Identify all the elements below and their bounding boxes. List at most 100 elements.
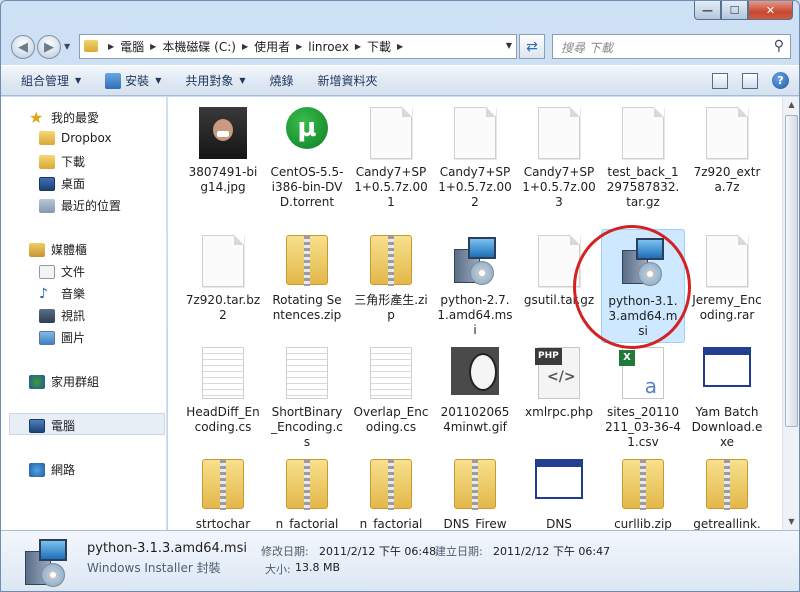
new-folder-button[interactable]: 新增資料夾 bbox=[318, 72, 378, 89]
breadcrumb-item-users[interactable]: 使用者 bbox=[254, 38, 290, 55]
file-item[interactable]: Candy7+SP1+0.5.7z.001 bbox=[349, 101, 433, 210]
search-placeholder: 搜尋 下載 bbox=[561, 41, 613, 55]
breadcrumb: ▶ 電腦 ▶ 本機磁碟 (C:) ▶ 使用者 ▶ linroex ▶ 下載 ▶ bbox=[102, 38, 409, 55]
file-item[interactable]: DNS_Firew bbox=[433, 453, 517, 530]
change-view-icon[interactable] bbox=[712, 72, 728, 89]
file-item[interactable]: PHP </> xmlrpc.php bbox=[517, 341, 601, 420]
file-item[interactable]: n_factorial bbox=[265, 453, 349, 530]
nav-label: Dropbox bbox=[61, 131, 112, 145]
nav-music[interactable]: ♪ 音樂 bbox=[39, 285, 85, 302]
breadcrumb-chevron-icon[interactable]: ▶ bbox=[355, 42, 361, 51]
command-bar: 組合管理 ▼ 安裝 ▼ 共用對象 ▼ 燒錄 新增資料夾 ? bbox=[1, 65, 799, 96]
breadcrumb-chevron-icon[interactable]: ▶ bbox=[242, 42, 248, 51]
nav-documents[interactable]: 文件 bbox=[39, 263, 85, 280]
folder-icon bbox=[39, 131, 55, 145]
preview-pane-icon[interactable] bbox=[742, 72, 758, 89]
nav-label: 家用群組 bbox=[51, 375, 100, 389]
nav-desktop[interactable]: 桌面 bbox=[39, 175, 85, 192]
size-value: 13.8 MB bbox=[295, 561, 341, 574]
file-item[interactable]: python-2.7.1.amd64.msi bbox=[433, 229, 517, 338]
file-name: Jeremy_Encoding.rar bbox=[692, 293, 762, 322]
back-button[interactable]: ◀ bbox=[11, 35, 35, 59]
breadcrumb-item-linroex[interactable]: linroex bbox=[308, 40, 349, 54]
breadcrumb-chevron-icon[interactable]: ▶ bbox=[296, 42, 302, 51]
address-row: ◀ ▶ ▼ ▶ 電腦 ▶ 本機磁碟 (C:) ▶ 使用者 ▶ linroex ▶… bbox=[1, 31, 799, 63]
chevron-down-icon: ▼ bbox=[75, 76, 82, 85]
minimize-button[interactable]: — bbox=[694, 1, 721, 20]
breadcrumb-chevron-icon[interactable]: ▶ bbox=[108, 42, 114, 51]
nav-recent-places[interactable]: 最近的位置 bbox=[39, 197, 121, 214]
blank-file-icon bbox=[370, 107, 412, 159]
nav-pictures[interactable]: 圖片 bbox=[39, 329, 85, 346]
file-item[interactable]: Candy7+SP1+0.5.7z.003 bbox=[517, 101, 601, 210]
breadcrumb-chevron-icon[interactable]: ▶ bbox=[150, 42, 156, 51]
file-name: n_factorial bbox=[275, 517, 339, 530]
file-item[interactable]: 7z920_extra.7z bbox=[685, 101, 769, 195]
file-item[interactable]: strtochar bbox=[181, 453, 265, 530]
file-item-selected[interactable]: python-3.1.3.amd64.msi bbox=[601, 229, 685, 343]
file-item[interactable]: Overlap_Encoding.cs bbox=[349, 341, 433, 435]
zip-folder-icon bbox=[202, 459, 244, 510]
computer-icon bbox=[29, 418, 45, 433]
file-item[interactable]: DNS bbox=[517, 453, 601, 530]
file-item[interactable]: 7z920.tar.bz2 bbox=[181, 229, 265, 323]
file-name: ShortBinary_Encoding.cs bbox=[271, 405, 343, 449]
nav-libraries[interactable]: 媒體櫃 bbox=[29, 241, 87, 258]
recent-pages-dropdown-icon[interactable]: ▼ bbox=[64, 42, 70, 51]
close-button[interactable]: ✕ bbox=[748, 1, 793, 20]
refresh-button[interactable]: ⇄ bbox=[519, 34, 545, 59]
file-name: curllib.zip bbox=[614, 517, 672, 530]
breadcrumb-item-downloads[interactable]: 下載 bbox=[367, 38, 391, 55]
address-dropdown-icon[interactable]: ▼ bbox=[506, 41, 512, 50]
file-item[interactable]: Jeremy_Encoding.rar bbox=[685, 229, 769, 323]
file-name: sites_20110211_03-36-41.csv bbox=[605, 405, 681, 449]
file-item[interactable]: Yam Batch Download.exe bbox=[685, 341, 769, 450]
nav-computer[interactable]: 電腦 bbox=[29, 417, 75, 434]
file-item[interactable]: curllib.zip bbox=[601, 453, 685, 530]
burn-button[interactable]: 燒錄 bbox=[270, 72, 294, 89]
nav-dropbox[interactable]: Dropbox bbox=[39, 131, 112, 145]
breadcrumb-item-local-disk[interactable]: 本機磁碟 (C:) bbox=[162, 38, 236, 55]
share-label: 共用對象 bbox=[185, 74, 234, 88]
file-item[interactable]: 三角形產生.zip bbox=[349, 229, 433, 323]
install-button[interactable]: 安裝 ▼ bbox=[105, 72, 161, 89]
scroll-up-icon[interactable]: ▲ bbox=[783, 97, 799, 113]
nav-label: 我的最愛 bbox=[51, 111, 100, 125]
file-name: getreallink. bbox=[693, 517, 761, 530]
file-item[interactable]: 2011020654minwt.gif bbox=[433, 341, 517, 435]
file-item[interactable]: HeadDiff_Encoding.cs bbox=[181, 341, 265, 435]
address-bar[interactable]: ▶ 電腦 ▶ 本機磁碟 (C:) ▶ 使用者 ▶ linroex ▶ 下載 ▶ … bbox=[79, 34, 517, 59]
file-item[interactable]: gsutil.tar.gz bbox=[517, 229, 601, 308]
back-arrow-icon: ◀ bbox=[18, 39, 28, 55]
breadcrumb-chevron-icon[interactable]: ▶ bbox=[397, 42, 403, 51]
file-item[interactable]: Rotating Sentences.zip bbox=[265, 229, 349, 323]
share-with-button[interactable]: 共用對象 ▼ bbox=[185, 72, 245, 89]
pictures-icon bbox=[39, 330, 55, 345]
scrollbar-thumb[interactable] bbox=[785, 115, 798, 427]
file-item[interactable]: Candy7+SP1+0.5.7z.002 bbox=[433, 101, 517, 210]
breadcrumb-item-computer[interactable]: 電腦 bbox=[120, 38, 144, 55]
search-icon[interactable]: ⚲ bbox=[774, 38, 784, 54]
file-item[interactable]: µ CentOS-5.5-i386-bin-DVD.torrent bbox=[265, 101, 349, 210]
search-input[interactable]: 搜尋 下載 ⚲ bbox=[552, 34, 791, 59]
nav-homegroup[interactable]: 家用群組 bbox=[29, 373, 99, 390]
file-item[interactable]: ShortBinary_Encoding.cs bbox=[265, 341, 349, 450]
file-item[interactable]: Xa sites_20110211_03-36-41.csv bbox=[601, 341, 685, 450]
vertical-scrollbar[interactable]: ▲ ▼ bbox=[782, 97, 799, 530]
maximize-button[interactable]: ☐ bbox=[721, 1, 748, 20]
help-icon[interactable]: ? bbox=[772, 72, 789, 89]
file-item[interactable]: test_back_1297587832.tar.gz bbox=[601, 101, 685, 210]
file-item[interactable]: getreallink. bbox=[685, 453, 769, 530]
file-item[interactable]: 3807491-big14.jpg bbox=[181, 101, 265, 195]
nav-network[interactable]: 網路 bbox=[29, 461, 75, 478]
scroll-down-icon[interactable]: ▼ bbox=[783, 514, 799, 530]
network-icon bbox=[29, 462, 45, 477]
file-item[interactable]: n_factorial bbox=[349, 453, 433, 530]
nav-favorites[interactable]: ★ 我的最愛 bbox=[29, 109, 99, 126]
forward-button[interactable]: ▶ bbox=[37, 35, 61, 59]
organize-button[interactable]: 組合管理 ▼ bbox=[21, 72, 81, 89]
file-name: HeadDiff_Encoding.cs bbox=[186, 405, 260, 434]
nav-downloads[interactable]: 下載 bbox=[39, 153, 85, 170]
nav-videos[interactable]: 視訊 bbox=[39, 307, 85, 324]
excel-csv-icon: Xa bbox=[619, 347, 664, 399]
